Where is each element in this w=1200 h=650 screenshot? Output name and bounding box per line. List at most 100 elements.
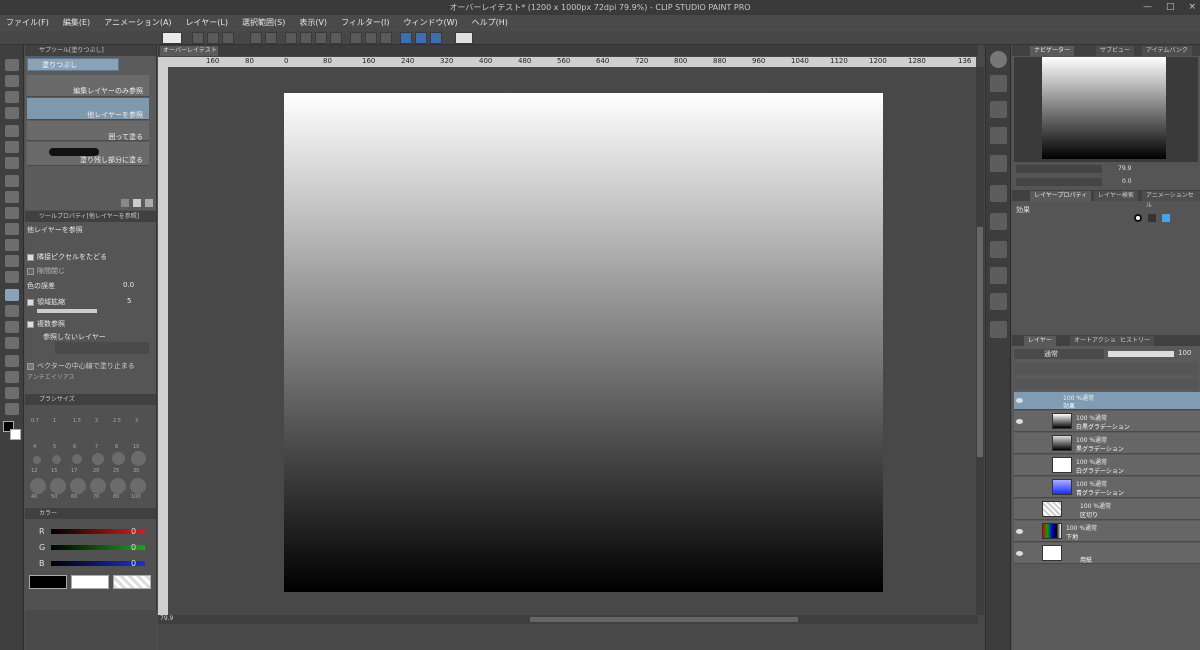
menu-view[interactable]: 表示(V): [299, 15, 327, 31]
tab-layer-property[interactable]: レイヤープロパティ: [1030, 191, 1092, 201]
figure-tool-icon[interactable]: [5, 321, 19, 333]
brush-size-label[interactable]: 17: [71, 468, 77, 474]
panel-tool-icon[interactable]: [990, 241, 1007, 258]
balloon-tool-icon[interactable]: [5, 387, 19, 399]
brush-size-label[interactable]: 6: [73, 444, 76, 450]
brush-size-dot[interactable]: [30, 478, 46, 494]
brush-size-label[interactable]: 3: [135, 418, 138, 424]
menu-window[interactable]: ウィンドウ(W): [404, 15, 458, 31]
rotate-slider[interactable]: [1016, 178, 1102, 186]
layer-color-icon[interactable]: [1162, 214, 1170, 222]
brush-size-label[interactable]: 15: [51, 468, 57, 474]
deselect-icon[interactable]: [315, 32, 327, 44]
layer-row[interactable]: 100 %通常 白グラデーション: [1014, 455, 1200, 476]
brush-size-label[interactable]: 0.7: [31, 418, 39, 424]
brush-size-label[interactable]: 80: [113, 494, 119, 500]
scroll-thumb[interactable]: [977, 227, 983, 457]
multiple-referencing-option[interactable]: 複数参照: [27, 319, 155, 329]
menu-edit[interactable]: 編集(E): [63, 15, 90, 31]
brush-size-label[interactable]: 70: [93, 494, 99, 500]
brush-size-label[interactable]: 30: [133, 468, 139, 474]
panel-tool-icon[interactable]: [990, 185, 1007, 202]
operation-tool-icon[interactable]: [5, 91, 19, 103]
brush-size-label[interactable]: 20: [93, 468, 99, 474]
new-file-icon[interactable]: [192, 32, 204, 44]
layer-row[interactable]: 100 %通常 白黒グラデーション: [1014, 411, 1200, 432]
transparent-color-chip[interactable]: [113, 575, 151, 589]
area-scaling-option[interactable]: 領域拡縮 5: [27, 297, 155, 307]
brush-size-label[interactable]: 1.5: [73, 418, 81, 424]
close-button[interactable]: ×: [1188, 0, 1196, 15]
navigator-angle-value[interactable]: 0.0: [1122, 178, 1132, 185]
clear-selection-icon[interactable]: [365, 32, 377, 44]
tab-subview[interactable]: サブビュー: [1096, 46, 1135, 56]
brush-size-label[interactable]: 100: [131, 494, 141, 500]
sub-color-chip[interactable]: [71, 575, 109, 589]
brush-size-dot[interactable]: [90, 478, 106, 494]
menu-animation[interactable]: アニメーション(A): [104, 15, 171, 31]
brush-size-dot[interactable]: [92, 453, 104, 465]
brush-size-dot[interactable]: [130, 478, 146, 494]
open-file-icon[interactable]: [207, 32, 219, 44]
eye-icon[interactable]: [1016, 398, 1023, 403]
correct-line-tool-icon[interactable]: [5, 403, 19, 415]
navigator-thumbnail[interactable]: [1042, 57, 1166, 159]
brush-size-label[interactable]: 1: [53, 418, 56, 424]
subtool-item-fill-unfilled[interactable]: 塗り残し部分に塗る: [27, 142, 149, 166]
green-value[interactable]: 0: [131, 543, 136, 552]
transform-icon[interactable]: [285, 32, 297, 44]
airbrush-tool-icon[interactable]: [5, 223, 19, 235]
fill-tool-icon[interactable]: [5, 289, 19, 301]
brush-size-dot[interactable]: [110, 478, 126, 494]
brush-size-label[interactable]: 25: [113, 468, 119, 474]
copy-subtool-icon[interactable]: [133, 199, 141, 207]
eraser-tool-icon[interactable]: [5, 255, 19, 267]
layer-row[interactable]: 100 %通常 下地: [1014, 521, 1200, 542]
brush-size-dot[interactable]: [131, 451, 146, 466]
selection-tool-icon[interactable]: [300, 32, 312, 44]
tone-effect-icon[interactable]: [1148, 214, 1156, 222]
canvas-tab[interactable]: オーバーレイテスト*: [160, 46, 218, 64]
antialiasing-option[interactable]: アンチエイリアス: [27, 372, 155, 381]
close-gap-option[interactable]: 隙間閉じ: [27, 266, 155, 276]
panel-tool-icon[interactable]: [990, 213, 1007, 230]
save-icon[interactable]: [222, 32, 234, 44]
snap-grid-icon[interactable]: [430, 32, 442, 44]
brush-size-dot[interactable]: [72, 454, 82, 464]
panel-tool-icon[interactable]: [990, 293, 1007, 310]
hand-tool-icon[interactable]: [5, 75, 19, 87]
opacity-value[interactable]: 100: [1178, 349, 1191, 357]
maximize-button[interactable]: □: [1166, 0, 1175, 15]
opacity-slider[interactable]: [1108, 351, 1174, 357]
selection-tool-icon[interactable]: [5, 125, 19, 137]
clip-studio-icon[interactable]: [162, 32, 182, 44]
follow-adjacent-pixels-option[interactable]: 隣接ピクセルをたどる: [27, 252, 155, 262]
document-canvas[interactable]: [284, 93, 883, 592]
layer-row[interactable]: 100 %通常 区切り: [1014, 499, 1200, 520]
eye-icon[interactable]: [1016, 529, 1023, 534]
brush-size-label[interactable]: 40: [31, 494, 37, 500]
eye-icon[interactable]: [1016, 551, 1023, 556]
zoom-slider[interactable]: [1016, 165, 1102, 173]
color-margin-option[interactable]: 色の誤差 0.0: [27, 281, 155, 291]
subtool-item-refer-other-layers[interactable]: 他レイヤーを参照: [27, 98, 149, 120]
border-effect-icon[interactable]: [1134, 214, 1142, 222]
brush-size-dot[interactable]: [33, 456, 41, 464]
zoom-value[interactable]: 79.9: [160, 615, 173, 622]
invert-selection-icon[interactable]: [380, 32, 392, 44]
blend-mode-select[interactable]: 通常: [1014, 349, 1104, 359]
decoration-tool-icon[interactable]: [5, 239, 19, 251]
snap-icon[interactable]: [400, 32, 412, 44]
tab-item-bank[interactable]: アイテムバンク: [1142, 46, 1192, 56]
brush-tool-icon[interactable]: [5, 207, 19, 219]
layer-tool-icon[interactable]: [990, 75, 1007, 92]
brush-size-label[interactable]: 5: [53, 444, 56, 450]
menu-filter[interactable]: フィルター(I): [341, 15, 389, 31]
gradient-tool-icon[interactable]: [5, 305, 19, 317]
ruler-tool-icon[interactable]: [5, 355, 19, 367]
brush-size-dot[interactable]: [50, 478, 66, 494]
blue-value[interactable]: 0: [131, 559, 136, 568]
red-value[interactable]: 0: [131, 527, 136, 536]
stop-at-vector-center-option[interactable]: ベクターの中心線で塗り止まる: [27, 361, 155, 371]
tab-layer-search[interactable]: レイヤー検索: [1094, 191, 1138, 201]
